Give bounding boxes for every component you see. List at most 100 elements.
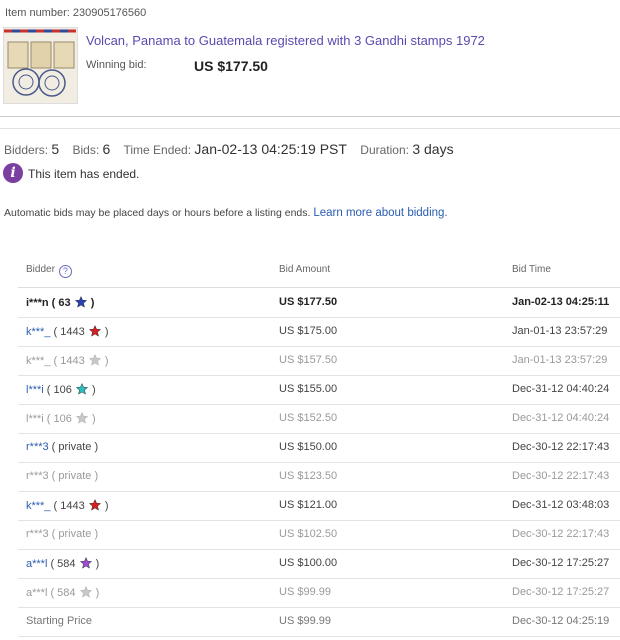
bid-time-cell: Jan-02-13 04:25:11 xyxy=(512,296,610,308)
item-thumbnail[interactable] xyxy=(3,27,78,104)
feedback-star-icon[interactable] xyxy=(88,325,101,337)
winning-bid-value: US $177.50 xyxy=(194,58,268,74)
winning-bid-label: Winning bid: xyxy=(86,59,147,71)
bidder-column-header: Bidder? xyxy=(26,264,72,278)
help-icon[interactable]: ? xyxy=(58,265,72,278)
bidder-cell: Starting Price xyxy=(26,615,92,627)
bidder-name[interactable]: l***i xyxy=(26,384,44,396)
bid-time-cell: Dec-30-12 22:17:43 xyxy=(512,441,610,453)
bid-amount-cell: US $152.50 xyxy=(279,412,338,424)
feedback-star-icon[interactable] xyxy=(88,354,101,366)
info-icon: i xyxy=(3,163,23,183)
bid-amount-cell: US $100.00 xyxy=(279,557,338,569)
bid-amount-cell: US $102.50 xyxy=(279,528,338,540)
feedback-score: ( private ) xyxy=(48,470,99,482)
feedback-star-icon[interactable] xyxy=(75,383,88,395)
bidder-cell: r***3 ( private ) xyxy=(26,470,98,482)
table-row: a***l ( 584 ) US $99.99 Dec-30-12 17:25:27 xyxy=(18,578,620,608)
feedback-star-icon[interactable] xyxy=(75,412,88,424)
bidder-header-label: Bidder xyxy=(26,264,55,275)
feedback-star-icon[interactable] xyxy=(74,296,87,308)
feedback-close: ) xyxy=(87,297,95,309)
bid-time-column-header: Bid Time xyxy=(512,264,551,275)
bidder-name[interactable]: r***3 xyxy=(26,441,49,453)
bidder-name[interactable]: k***_ xyxy=(26,326,50,338)
feedback-star-icon[interactable] xyxy=(88,499,101,511)
table-row: k***_ ( 1443 ) US $121.00 Dec-31-12 03:48:… xyxy=(18,491,620,521)
feedback-score: ( 106 xyxy=(43,384,75,396)
table-row: Starting Price US $99.99 Dec-30-12 04:25:1… xyxy=(18,607,620,637)
bidder-name[interactable]: l***i xyxy=(26,413,44,425)
divider xyxy=(0,128,620,129)
bid-amount-cell: US $99.99 xyxy=(279,586,331,598)
duration-value: 3 days xyxy=(412,141,454,157)
bid-amount-cell: US $157.50 xyxy=(279,354,338,366)
automatic-bids-note: Automatic bids may be placed days or hou… xyxy=(4,207,448,219)
feedback-close: ) xyxy=(88,413,96,425)
bidder-cell: a***l ( 584 ) xyxy=(26,586,99,599)
auction-summary: Bidders: 5 Bids: 6 Time Ended: Jan-02-13… xyxy=(4,141,464,157)
bid-time-cell: Dec-30-12 04:25:19 xyxy=(512,615,610,627)
bid-time-cell: Dec-30-12 22:17:43 xyxy=(512,528,610,540)
bidder-cell: k***_ ( 1443 ) xyxy=(26,354,109,367)
bidder-name[interactable]: k***_ xyxy=(26,355,50,367)
bidder-name[interactable]: k***_ xyxy=(26,500,50,512)
bidder-cell: k***_ ( 1443 ) xyxy=(26,499,109,512)
learn-more-link[interactable]: Learn more about bidding. xyxy=(313,207,447,219)
bidder-cell: l***i ( 106 ) xyxy=(26,383,96,396)
bid-amount-cell: US $123.50 xyxy=(279,470,338,482)
bidders-count: 5 xyxy=(51,141,60,157)
bidder-cell: r***3 ( private ) xyxy=(26,441,98,453)
table-row: l***i ( 106 ) US $155.00 Dec-31-12 04:40:2… xyxy=(18,375,620,405)
bid-time-cell: Jan-01-13 23:57:29 xyxy=(512,354,608,366)
feedback-close: ) xyxy=(101,500,109,512)
table-row: k***_ ( 1443 ) US $157.50 Jan-01-13 23:57:… xyxy=(18,346,620,376)
duration-label: Duration: xyxy=(360,143,409,157)
bid-time-cell: Dec-30-12 22:17:43 xyxy=(512,470,610,482)
feedback-score: ( 1443 xyxy=(50,500,88,512)
feedback-star-icon[interactable] xyxy=(79,586,92,598)
bid-history-page: Item number: 230905176560 Volcan, Panama… xyxy=(0,0,620,640)
bidder-name[interactable]: r***3 xyxy=(26,528,49,540)
bidder-cell: l***i ( 106 ) xyxy=(26,412,96,425)
item-title-link[interactable]: Volcan, Panama to Guatemala registered w… xyxy=(86,33,485,48)
time-ended-value: Jan-02-13 04:25:19 PST xyxy=(194,141,347,157)
divider xyxy=(0,116,620,117)
bid-amount-cell: US $177.50 xyxy=(279,296,338,308)
bid-time-cell: Dec-31-12 04:40:24 xyxy=(512,383,610,395)
bid-time-cell: Dec-30-12 17:25:27 xyxy=(512,557,610,569)
bidder-cell: k***_ ( 1443 ) xyxy=(26,325,109,338)
feedback-score: ( private ) xyxy=(48,528,99,540)
bidder-name[interactable]: r***3 xyxy=(26,470,49,482)
stamp-envelope-image xyxy=(4,28,77,103)
feedback-close: ) xyxy=(101,326,109,338)
feedback-close: ) xyxy=(92,558,100,570)
feedback-score: ( private ) xyxy=(48,441,99,453)
automatic-bids-text: Automatic bids may be placed days or hou… xyxy=(4,207,311,219)
bid-amount-column-header: Bid Amount xyxy=(279,264,331,275)
bid-amount-cell: US $155.00 xyxy=(279,383,338,395)
item-ended-notice: This item has ended. xyxy=(28,167,140,181)
feedback-close: ) xyxy=(88,384,96,396)
bid-amount-cell: US $99.99 xyxy=(279,615,331,627)
bid-amount-cell: US $121.00 xyxy=(279,499,338,511)
feedback-score: ( 106 xyxy=(43,413,75,425)
bidder-name: Starting Price xyxy=(26,615,93,627)
bids-label: Bids: xyxy=(72,143,100,157)
bid-amount-cell: US $175.00 xyxy=(279,325,338,337)
feedback-star-icon[interactable] xyxy=(79,557,92,569)
feedback-score: ( 1443 xyxy=(50,355,88,367)
table-row: i***n ( 63 ) US $177.50 Jan-02-13 04:25:11 xyxy=(18,288,620,318)
bidder-name[interactable]: a***l xyxy=(26,558,47,570)
bidder-name[interactable]: a***l xyxy=(26,587,47,599)
bidder-name[interactable]: i***n xyxy=(26,297,49,309)
time-ended-label: Time Ended: xyxy=(123,143,192,157)
table-row: r***3 ( private ) US $102.50 Dec-30-12 22… xyxy=(18,520,620,550)
feedback-score: ( 63 xyxy=(48,297,74,309)
bidder-cell: i***n ( 63 ) xyxy=(26,296,94,309)
bid-time-cell: Jan-01-13 23:57:29 xyxy=(512,325,608,337)
bidder-cell: r***3 ( private ) xyxy=(26,528,98,540)
bidders-label: Bidders: xyxy=(4,143,49,157)
feedback-score: ( 584 xyxy=(47,587,79,599)
table-row: r***3 ( private ) US $123.50 Dec-30-12 22… xyxy=(18,462,620,492)
